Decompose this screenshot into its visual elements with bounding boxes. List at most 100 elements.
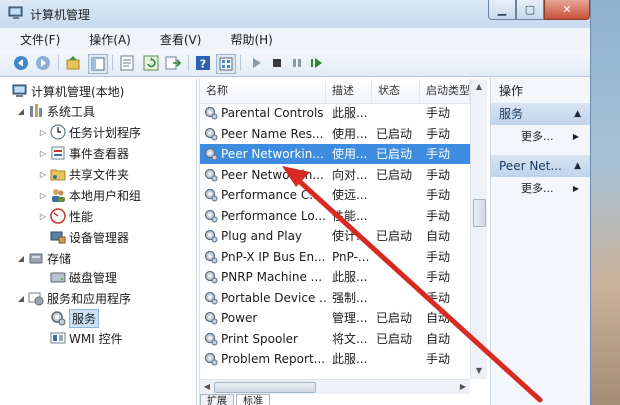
service-name: PNRP Machine ...: [200, 267, 326, 287]
service-name-text: Portable Device ...: [221, 290, 326, 305]
help-icon[interactable]: ?: [194, 54, 212, 72]
service-row[interactable]: Power 管理... 已启动 自动: [200, 308, 470, 328]
service-row[interactable]: Parental Controls 此服... 手动: [200, 103, 470, 123]
disk-icon: [50, 269, 66, 285]
more-actions-peer[interactable]: 更多... ▶: [491, 179, 590, 199]
service-name-text: Peer Networkin...: [221, 147, 324, 161]
column-name[interactable]: 名称: [200, 79, 326, 103]
tree-item-services[interactable]: 服务: [48, 308, 100, 328]
service-gear-icon: [204, 106, 218, 120]
collapsed-arrow-icon[interactable]: ▷: [38, 170, 48, 179]
menu-help[interactable]: 帮助(H): [210, 31, 281, 48]
scroll-up-icon[interactable]: ▲: [471, 79, 487, 95]
tree-item-event-viewer[interactable]: ▷ 事件查看器: [38, 143, 129, 163]
back-icon[interactable]: [12, 54, 30, 72]
service-row[interactable]: Performance Lo... 性能... 手动: [200, 206, 470, 226]
maximize-button[interactable]: ▢: [516, 0, 544, 20]
service-description: 此服...: [332, 270, 368, 284]
service-row[interactable]: PNRP Machine ... 此服... 手动: [200, 267, 470, 287]
list-body: Parental Controls 此服... 手动 Peer Name Res...…: [200, 103, 470, 379]
tree-item-system-tools[interactable]: ◢ 系统工具: [16, 101, 95, 121]
actions-pane: 操作 服务 ▲ 更多... ▶ Peer Net... ▲ 更多... ▶: [490, 77, 590, 405]
vertical-scrollbar[interactable]: ▲ ▼: [470, 79, 487, 379]
properties-icon[interactable]: [118, 54, 136, 72]
tab-standard[interactable]: 标准: [236, 394, 270, 405]
service-name: Parental Controls: [200, 103, 326, 123]
play-icon[interactable]: [248, 54, 266, 72]
collapse-icon[interactable]: ▲: [574, 155, 581, 177]
restart-icon[interactable]: [308, 54, 326, 72]
service-row[interactable]: Peer Networkin... 使用... 已启动 手动: [200, 144, 470, 164]
menu-view[interactable]: 查看(V): [140, 31, 211, 48]
refresh-icon[interactable]: [142, 54, 160, 72]
shared-folder-icon: [50, 166, 66, 182]
service-gear-icon: [204, 229, 218, 243]
tree-item-task-scheduler[interactable]: ▷ 任务计划程序: [38, 122, 141, 142]
tree-item-device-manager[interactable]: 设备管理器: [48, 227, 129, 247]
collapsed-arrow-icon[interactable]: ▷: [38, 191, 48, 200]
menu-action[interactable]: 操作(A): [69, 31, 140, 48]
collapse-icon[interactable]: ▲: [574, 103, 581, 125]
scroll-thumb[interactable]: [473, 199, 486, 227]
service-startup-type: 自动: [426, 331, 451, 346]
service-row[interactable]: Portable Device ... 强制... 手动: [200, 288, 470, 308]
service-name-text: Power: [221, 311, 258, 325]
title-bar[interactable]: 计算机管理 ▁ ▢ ✕: [0, 0, 590, 28]
scroll-down-icon[interactable]: ▼: [471, 363, 487, 379]
tree-item-services-apps[interactable]: ◢ 服务和应用程序: [16, 288, 131, 308]
expanded-arrow-icon[interactable]: ◢: [16, 254, 26, 263]
tree-item-performance[interactable]: ▷ 性能: [38, 206, 93, 226]
view-icon[interactable]: [216, 54, 236, 74]
horizontal-scrollbar[interactable]: ◀ ▶: [200, 379, 470, 394]
service-row[interactable]: Peer Name Res... 使用... 已启动 手动: [200, 124, 470, 144]
column-startup-type[interactable]: 启动类型: [420, 79, 470, 103]
column-description[interactable]: 描述: [326, 79, 372, 103]
tree-label: 性能: [69, 209, 94, 224]
more-actions-services[interactable]: 更多... ▶: [491, 127, 590, 147]
tree-item-local-users[interactable]: ▷ 本地用户和组: [38, 185, 141, 205]
hscroll-thumb[interactable]: [214, 382, 316, 393]
service-row[interactable]: Performance C... 使远... 手动: [200, 185, 470, 205]
forward-icon[interactable]: [34, 54, 52, 72]
tree-item-disk-management[interactable]: 磁盘管理: [48, 267, 117, 287]
export-icon[interactable]: [164, 54, 182, 72]
tree-item-wmi[interactable]: WMI 控件: [48, 328, 123, 348]
actions-section-services[interactable]: 服务 ▲: [491, 103, 590, 125]
service-status: 已启动: [376, 229, 413, 243]
collapsed-arrow-icon[interactable]: ▷: [38, 128, 48, 137]
pause-icon[interactable]: [288, 54, 306, 72]
service-row[interactable]: Plug and Play 使计... 已启动 自动: [200, 226, 470, 246]
collapsed-arrow-icon[interactable]: ▷: [38, 149, 48, 158]
service-status: 已启动: [376, 331, 413, 346]
scroll-right-icon[interactable]: ▶: [456, 380, 470, 394]
service-startup-type: 手动: [426, 290, 451, 305]
expanded-arrow-icon[interactable]: ◢: [16, 294, 26, 303]
column-status[interactable]: 状态: [372, 79, 420, 103]
collapsed-arrow-icon[interactable]: ▷: [38, 212, 48, 221]
scroll-left-icon[interactable]: ◀: [200, 380, 214, 394]
service-status: 已启动: [376, 126, 413, 141]
service-gear-icon: [204, 127, 218, 140]
stop-icon[interactable]: [268, 54, 286, 72]
tab-extended[interactable]: 扩展: [200, 394, 234, 405]
close-button[interactable]: ✕: [544, 0, 590, 20]
show-hide-tree-icon[interactable]: [88, 54, 108, 74]
service-status: [372, 103, 420, 123]
actions-section-peer[interactable]: Peer Net... ▲: [491, 155, 590, 177]
tree-item-storage-node[interactable]: ◢ 存储: [16, 248, 71, 268]
menu-file[interactable]: 文件(F): [0, 31, 69, 48]
section-title: 服务: [499, 107, 524, 121]
service-row[interactable]: Problem Report... 此服... 手动: [200, 349, 470, 369]
service-gear-icon: [204, 209, 218, 222]
expanded-arrow-icon[interactable]: ◢: [16, 107, 26, 116]
tree-root[interactable]: 计算机管理(本地): [10, 81, 124, 101]
event-viewer-icon: [50, 145, 66, 161]
service-row[interactable]: Peer Networkin... 向对... 已启动 手动: [200, 165, 470, 185]
up-icon[interactable]: [64, 54, 82, 72]
minimize-button[interactable]: ▁: [488, 0, 516, 20]
tree-label: 事件查看器: [69, 146, 130, 161]
tree-item-shared-folders[interactable]: ▷ 共享文件夹: [38, 164, 129, 184]
service-row[interactable]: PnP-X IP Bus En... PnP-... 手动: [200, 247, 470, 267]
service-row[interactable]: Print Spooler 将文... 已启动 自动: [200, 329, 470, 349]
tree-label: 存储: [47, 251, 72, 266]
